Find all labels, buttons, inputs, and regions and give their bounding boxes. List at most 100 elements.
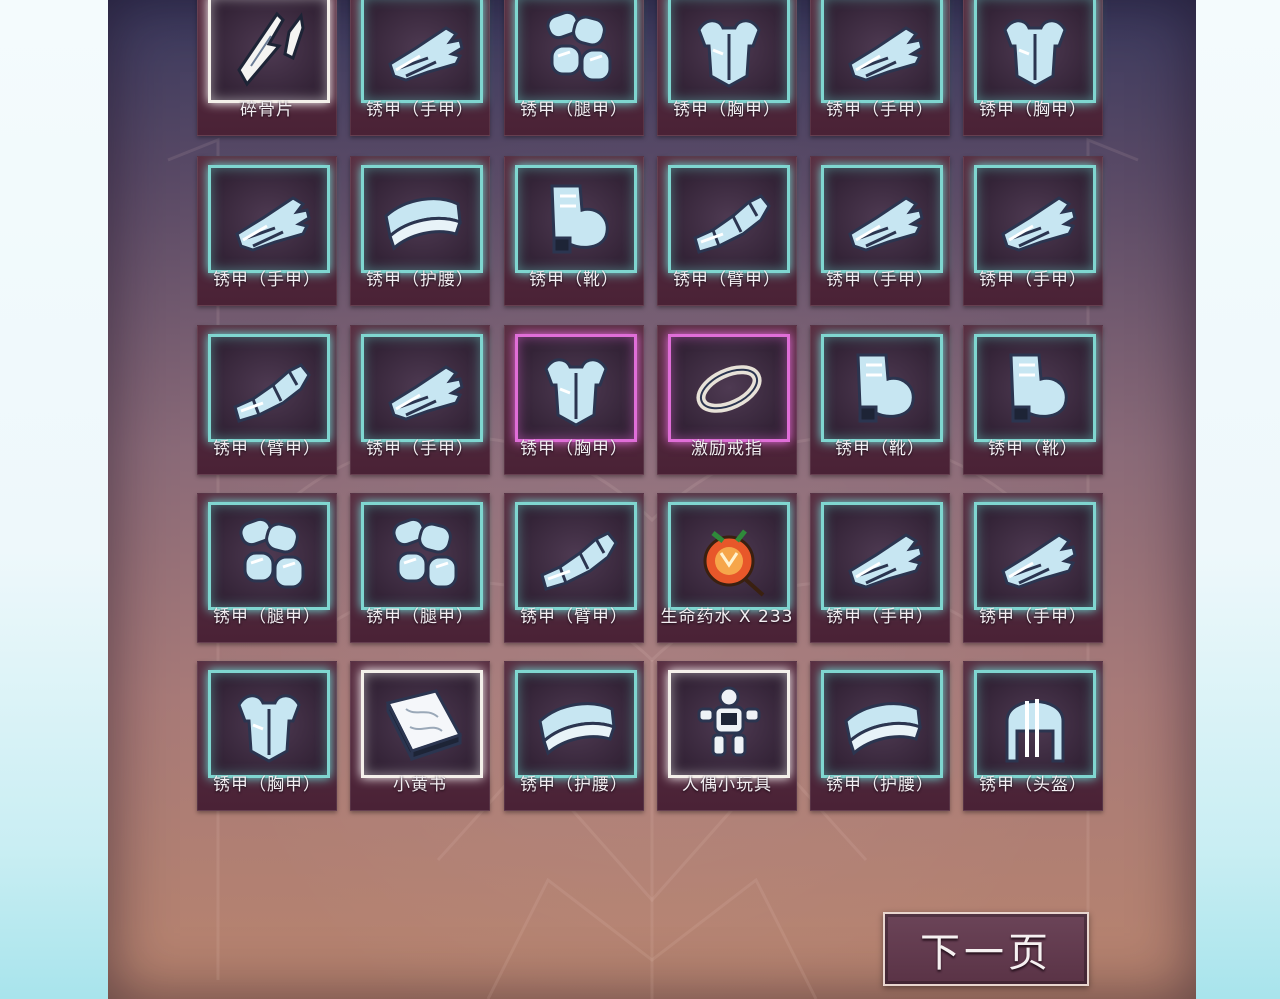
item-icon-frame bbox=[668, 165, 790, 273]
item-icon-frame bbox=[974, 0, 1096, 103]
gauntlet-icon bbox=[848, 196, 924, 252]
item-name-label: 锈甲（护腰） bbox=[826, 775, 934, 795]
chest-armor-icon bbox=[544, 358, 608, 427]
inventory-slot[interactable]: 锈甲（臂甲） bbox=[197, 325, 337, 475]
inventory-slot[interactable]: 锈甲（手甲） bbox=[350, 0, 490, 136]
item-icon-frame bbox=[821, 670, 943, 778]
item-icon-frame bbox=[361, 334, 483, 442]
gauntlet-icon bbox=[848, 26, 924, 82]
item-icon-frame bbox=[821, 0, 943, 103]
item-name-label: 锈甲（护腰） bbox=[366, 270, 474, 290]
item-name-label: 锈甲（腿甲） bbox=[213, 607, 321, 627]
item-name-label: 锈甲（手甲） bbox=[366, 439, 474, 459]
inventory-slot[interactable]: 生命药水 X 233 bbox=[657, 493, 797, 643]
item-icon-frame bbox=[668, 0, 790, 103]
inventory-slot[interactable]: 锈甲（手甲） bbox=[963, 493, 1103, 643]
item-icon-frame bbox=[515, 0, 637, 103]
leg-armor-icon bbox=[392, 517, 458, 589]
arm-armor-icon bbox=[693, 194, 771, 254]
item-icon-frame bbox=[208, 0, 330, 103]
gauntlet-icon bbox=[1001, 196, 1077, 252]
doll-toy-icon bbox=[697, 686, 761, 757]
item-name-label: 锈甲（胸甲） bbox=[673, 100, 781, 120]
item-name-label: 锈甲（胸甲） bbox=[213, 775, 321, 795]
item-icon-frame bbox=[208, 670, 330, 778]
item-name-label: 锈甲（腿甲） bbox=[520, 100, 628, 120]
inventory-slot[interactable]: 人偶小玩具 bbox=[657, 661, 797, 811]
item-name-label: 小黄书 bbox=[393, 775, 447, 795]
arm-armor-icon bbox=[233, 363, 311, 423]
item-icon-frame bbox=[821, 165, 943, 273]
item-name-label: 锈甲（手甲） bbox=[826, 100, 934, 120]
item-name-label: 锈甲（靴） bbox=[835, 439, 925, 459]
item-name-label: 生命药水 X 233 bbox=[660, 607, 794, 627]
gauntlet-icon bbox=[848, 533, 924, 589]
inventory-slot[interactable]: 锈甲（胸甲） bbox=[197, 661, 337, 811]
ring-icon bbox=[696, 365, 762, 413]
book-icon bbox=[385, 689, 463, 762]
item-name-label: 锈甲（手甲） bbox=[213, 270, 321, 290]
inventory-slot[interactable]: 锈甲（臂甲） bbox=[657, 156, 797, 306]
item-name-label: 锈甲（护腰） bbox=[520, 775, 628, 795]
leg-armor-icon bbox=[546, 10, 612, 82]
inventory-slot[interactable]: 锈甲（手甲） bbox=[197, 156, 337, 306]
next-page-button[interactable]: 下一页 bbox=[883, 912, 1089, 986]
inventory-slot[interactable]: 锈甲（手甲） bbox=[810, 493, 950, 643]
item-icon-frame bbox=[515, 670, 637, 778]
inventory-slot[interactable]: 锈甲（护腰） bbox=[810, 661, 950, 811]
inventory-slot[interactable]: 激励戒指 bbox=[657, 325, 797, 475]
item-icon-frame bbox=[668, 670, 790, 778]
item-icon-frame bbox=[668, 502, 790, 610]
item-icon-frame bbox=[515, 165, 637, 273]
inventory-slot[interactable]: 小黄书 bbox=[350, 661, 490, 811]
item-icon-frame bbox=[208, 334, 330, 442]
inventory-slot[interactable]: 锈甲（靴） bbox=[810, 325, 950, 475]
item-name-label: 锈甲（臂甲） bbox=[520, 607, 628, 627]
inventory-slot[interactable]: 锈甲（胸甲） bbox=[504, 325, 644, 475]
inventory-slot[interactable]: 锈甲（手甲） bbox=[810, 0, 950, 136]
gauntlet-icon bbox=[388, 365, 464, 421]
chest-armor-icon bbox=[697, 19, 761, 88]
inventory-slot[interactable]: 锈甲（腿甲） bbox=[504, 0, 644, 136]
item-icon-frame bbox=[361, 165, 483, 273]
inventory-slot[interactable]: 锈甲（胸甲） bbox=[657, 0, 797, 136]
item-icon-frame bbox=[361, 670, 483, 778]
inventory-slot[interactable]: 锈甲（手甲） bbox=[963, 156, 1103, 306]
inventory-slot[interactable]: 锈甲（胸甲） bbox=[963, 0, 1103, 136]
item-name-label: 锈甲（手甲） bbox=[979, 607, 1087, 627]
gauntlet-icon bbox=[388, 26, 464, 82]
inventory-slot[interactable]: 锈甲（头盔） bbox=[963, 661, 1103, 811]
inventory-slot[interactable]: 锈甲（护腰） bbox=[504, 661, 644, 811]
inventory-slot[interactable]: 锈甲（手甲） bbox=[810, 156, 950, 306]
inventory-slot[interactable]: 锈甲（腿甲） bbox=[197, 493, 337, 643]
belt-armor-icon bbox=[538, 702, 616, 756]
item-name-label: 碎骨片 bbox=[240, 100, 294, 120]
inventory-slot[interactable]: 锈甲（臂甲） bbox=[504, 493, 644, 643]
inventory-slot[interactable]: 锈甲（靴） bbox=[504, 156, 644, 306]
item-name-label: 锈甲（臂甲） bbox=[673, 270, 781, 290]
item-icon-frame bbox=[515, 502, 637, 610]
bone-shard-icon bbox=[237, 11, 305, 87]
item-icon-frame bbox=[974, 502, 1096, 610]
item-icon-frame bbox=[974, 334, 1096, 442]
item-name-label: 锈甲（胸甲） bbox=[520, 439, 628, 459]
belt-armor-icon bbox=[384, 197, 462, 251]
item-name-label: 锈甲（靴） bbox=[988, 439, 1078, 459]
inventory-slot[interactable]: 碎骨片 bbox=[197, 0, 337, 136]
boot-icon bbox=[550, 184, 609, 254]
item-icon-frame bbox=[668, 334, 790, 442]
inventory-slot[interactable]: 锈甲（腿甲） bbox=[350, 493, 490, 643]
inventory-slot[interactable]: 锈甲（护腰） bbox=[350, 156, 490, 306]
item-name-label: 锈甲（手甲） bbox=[979, 270, 1087, 290]
inventory-slot[interactable]: 锈甲（靴） bbox=[963, 325, 1103, 475]
item-icon-frame bbox=[821, 502, 943, 610]
item-icon-frame bbox=[515, 334, 637, 442]
item-name-label: 锈甲（腿甲） bbox=[366, 607, 474, 627]
item-name-label: 锈甲（头盔） bbox=[979, 775, 1087, 795]
item-name-label: 锈甲（手甲） bbox=[826, 607, 934, 627]
item-icon-frame bbox=[361, 0, 483, 103]
item-name-label: 锈甲（手甲） bbox=[826, 270, 934, 290]
item-icon-frame bbox=[974, 165, 1096, 273]
gauntlet-icon bbox=[235, 196, 311, 252]
inventory-slot[interactable]: 锈甲（手甲） bbox=[350, 325, 490, 475]
